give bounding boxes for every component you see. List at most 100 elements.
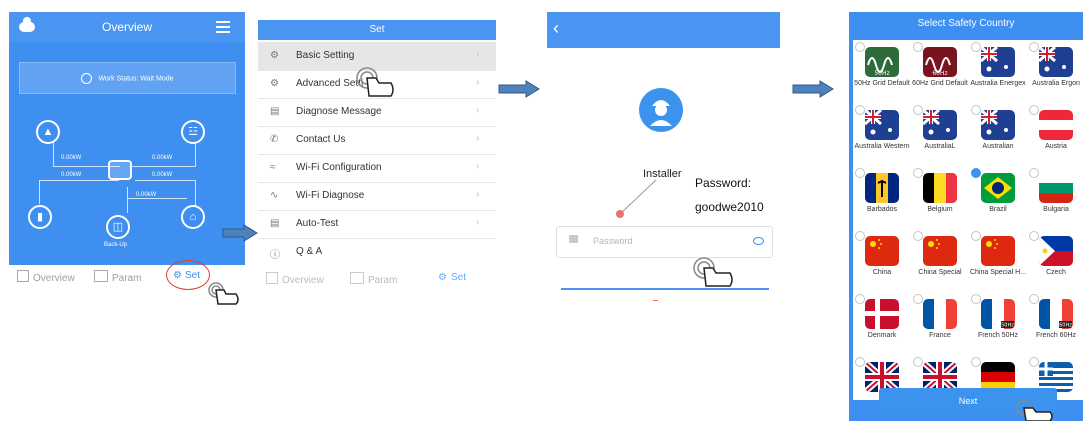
- country-option[interactable]: Austria: [1027, 103, 1083, 165]
- country-option[interactable]: 50Hz 50Hz Grid Default: [853, 40, 911, 102]
- country-option[interactable]: Bulgaria: [1027, 166, 1083, 228]
- grid-icon: [17, 270, 29, 282]
- pv-line: [53, 142, 54, 166]
- radio-check-icon[interactable]: [971, 231, 981, 241]
- country-name: Czech: [1046, 269, 1066, 276]
- radio-check-icon[interactable]: [1029, 168, 1039, 178]
- backup-load-icon: ◫: [106, 215, 130, 239]
- tab-overview[interactable]: Overview: [266, 272, 324, 286]
- country-name: Belgium: [927, 206, 953, 213]
- chevron-right-icon: ›: [476, 161, 480, 172]
- login-button-edge[interactable]: [561, 288, 769, 290]
- radio-check-icon[interactable]: [855, 168, 865, 178]
- radio-check-icon[interactable]: [971, 294, 981, 304]
- radio-check-icon[interactable]: [855, 357, 865, 367]
- country-option[interactable]: China Special H...: [969, 229, 1027, 291]
- radio-check-icon[interactable]: [855, 231, 865, 241]
- backup-power-value: 0.00kW: [136, 192, 157, 198]
- flag-icon: [981, 110, 1015, 140]
- red-mark: [653, 300, 658, 301]
- menu-item-auto-test[interactable]: ▤ Auto-Test ›: [258, 210, 496, 239]
- battery-icon: ▮: [28, 205, 52, 229]
- radio-check-icon[interactable]: [1029, 357, 1039, 367]
- flow-arrow-2: [498, 80, 540, 98]
- flag-icon: [981, 173, 1015, 203]
- radio-check-icon[interactable]: [971, 105, 981, 115]
- tap-hand-icon: [1016, 400, 1053, 421]
- set-screen: Set ⚙ Basic Setting › ⚙ Advanced Setti › ▤ Di…: [258, 20, 496, 288]
- country-option[interactable]: Denmark: [853, 292, 911, 354]
- battery-power-value: 0.00kW: [61, 172, 82, 178]
- radio-check-icon[interactable]: [913, 42, 923, 52]
- radio-check-icon[interactable]: [971, 357, 981, 367]
- radio-check-icon[interactable]: [913, 357, 923, 367]
- inverter-icon: [108, 160, 132, 180]
- load-line-h: [135, 180, 195, 181]
- flag-icon: [865, 299, 899, 329]
- menu-item-wifi-diagnose[interactable]: ∿ Wi-Fi Diagnose ›: [258, 182, 496, 211]
- gear-icon: ⚙: [270, 50, 279, 61]
- radio-check-icon[interactable]: [971, 168, 981, 178]
- flag-icon: [981, 236, 1015, 266]
- country-option[interactable]: Brazil: [969, 166, 1027, 228]
- tab-set[interactable]: ⚙ Set: [438, 272, 466, 283]
- password-field[interactable]: Password: [556, 226, 773, 258]
- country-name: 60Hz Grid Default: [912, 80, 968, 87]
- sliders-icon: [94, 270, 108, 282]
- radio-check-icon[interactable]: [1029, 105, 1039, 115]
- menu-item-wifi-configuration[interactable]: ≈ Wi-Fi Configuration ›: [258, 154, 496, 183]
- password-placeholder: Password: [593, 236, 633, 246]
- password-annotation-value: goodwe2010: [695, 200, 764, 214]
- country-option[interactable]: China: [853, 229, 911, 291]
- country-option[interactable]: 50Hz French 50Hz: [969, 292, 1027, 354]
- radio-check-icon[interactable]: [913, 231, 923, 241]
- set-bottom-nav: Overview Param ⚙ Set: [258, 268, 496, 288]
- pv-power-value: 0.00kW: [61, 155, 82, 161]
- country-option[interactable]: 60Hz French 60Hz: [1027, 292, 1083, 354]
- radio-check-icon[interactable]: [913, 105, 923, 115]
- battery-line: [39, 180, 40, 204]
- message-icon: ▤: [270, 106, 280, 117]
- radio-check-icon[interactable]: [1029, 42, 1039, 52]
- tab-overview[interactable]: Overview: [17, 270, 75, 284]
- country-option[interactable]: China Special: [911, 229, 969, 291]
- radio-check-icon[interactable]: [971, 42, 981, 52]
- country-option[interactable]: Australia Western: [853, 103, 911, 165]
- grid-line-h: [129, 166, 196, 167]
- radio-check-icon[interactable]: [855, 294, 865, 304]
- installer-pointer-line: [616, 179, 657, 218]
- radio-check-icon[interactable]: [913, 294, 923, 304]
- country-option[interactable]: AustraliaL: [911, 103, 969, 165]
- radio-check-icon[interactable]: [855, 105, 865, 115]
- radio-check-icon[interactable]: [1029, 231, 1039, 241]
- country-option[interactable]: Barbados: [853, 166, 911, 228]
- country-option[interactable]: Belgium: [911, 166, 969, 228]
- sliders-icon: [350, 272, 364, 284]
- country-option[interactable]: 60Hz 60Hz Grid Default: [911, 40, 969, 102]
- country-option[interactable]: Australia Ergon: [1027, 40, 1083, 102]
- svg-text:50Hz: 50Hz: [1001, 323, 1014, 329]
- chevron-right-icon: ›: [476, 217, 480, 228]
- flow-arrow-3: [792, 80, 834, 98]
- country-option[interactable]: Australia Energex: [969, 40, 1027, 102]
- eye-icon[interactable]: [753, 237, 764, 245]
- country-option[interactable]: Czech: [1027, 229, 1083, 291]
- tab-param[interactable]: Param: [350, 272, 397, 286]
- tab-param[interactable]: Param: [94, 270, 141, 284]
- menu-item-contact-us[interactable]: ✆ Contact Us ›: [258, 126, 496, 155]
- overview-title: Overview: [101, 20, 152, 34]
- radio-check-icon[interactable]: [855, 42, 865, 52]
- gear-icon: ⚙: [438, 272, 447, 283]
- hamburger-menu-icon[interactable]: [216, 21, 230, 33]
- country-grid: 50Hz 50Hz Grid Default 60Hz 60Hz Grid Defau…: [853, 40, 1083, 400]
- menu-item-qa[interactable]: ⓘ Q & A: [258, 238, 496, 266]
- flag-icon: 50Hz: [865, 47, 899, 77]
- tap-hand-icon: [693, 257, 733, 287]
- country-option[interactable]: France: [911, 292, 969, 354]
- country-option[interactable]: Australian: [969, 103, 1027, 165]
- radio-check-icon[interactable]: [1029, 294, 1039, 304]
- battery-line-h: [39, 180, 119, 181]
- radio-check-icon[interactable]: [913, 168, 923, 178]
- menu-item-diagnose-message[interactable]: ▤ Diagnose Message ›: [258, 98, 496, 127]
- back-arrow-icon[interactable]: ‹: [553, 18, 559, 39]
